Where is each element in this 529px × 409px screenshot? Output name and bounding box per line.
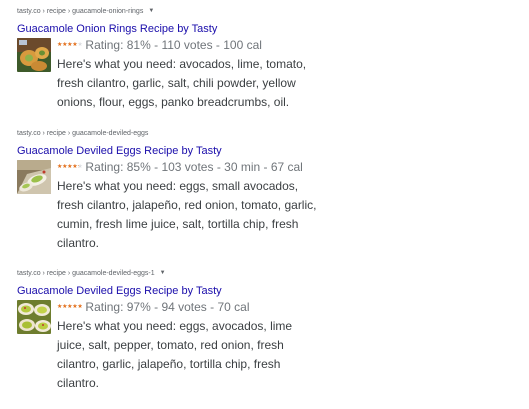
chevron-down-icon[interactable]: ▼: [160, 270, 166, 276]
rating-row: ★★★★★ ★★★★★ Rating: 97% - 94 votes - 70 …: [57, 300, 250, 314]
star-rating-icon: ★★★★★ ★★★★★: [57, 42, 83, 48]
result-title-link[interactable]: Guacamole Onion Rings Recipe by Tasty: [17, 23, 217, 35]
rating-text: Rating: 85% - 103 votes - 30 min - 67 ca…: [85, 160, 303, 174]
breadcrumb-url[interactable]: tasty.co › recipe › guacamole-deviled-eg…: [17, 270, 155, 277]
star-rating-icon: ★★★★★ ★★★★★: [57, 304, 83, 310]
breadcrumb[interactable]: tasty.co › recipe › guacamole-onion-ring…: [17, 6, 154, 16]
chevron-down-icon[interactable]: ▼: [148, 8, 154, 14]
result-title-link[interactable]: Guacamole Deviled Eggs Recipe by Tasty: [17, 145, 222, 157]
deviled-eggs-thumbnail-image: [17, 300, 51, 334]
result-snippet: Here's what you need: avocados, lime, to…: [57, 57, 307, 109]
rating-row: ★★★★★ ★★★★★ Rating: 85% - 103 votes - 30…: [57, 160, 303, 174]
breadcrumb[interactable]: tasty.co › recipe › guacamole-deviled-eg…: [17, 128, 148, 138]
rating-row: ★★★★★ ★★★★★ Rating: 81% - 110 votes - 10…: [57, 38, 262, 52]
result-thumbnail[interactable]: [17, 160, 51, 194]
breadcrumb[interactable]: tasty.co › recipe › guacamole-deviled-eg…: [17, 268, 166, 278]
breadcrumb-url[interactable]: tasty.co › recipe › guacamole-onion-ring…: [17, 8, 143, 15]
rating-text: Rating: 97% - 94 votes - 70 cal: [85, 300, 250, 314]
deviled-eggs-thumbnail-image: [17, 160, 51, 194]
result-title-link[interactable]: Guacamole Deviled Eggs Recipe by Tasty: [17, 285, 222, 297]
result-snippet: Here's what you need: eggs, avocados, li…: [57, 319, 293, 390]
result-snippet: Here's what you need: eggs, small avocad…: [57, 179, 317, 250]
breadcrumb-url[interactable]: tasty.co › recipe › guacamole-deviled-eg…: [17, 130, 148, 137]
onion-rings-thumbnail-image: [17, 38, 51, 72]
rating-text: Rating: 81% - 110 votes - 100 cal: [85, 38, 262, 52]
result-thumbnail[interactable]: [17, 300, 51, 334]
star-rating-icon: ★★★★★ ★★★★★: [57, 164, 83, 170]
result-thumbnail[interactable]: [17, 38, 51, 72]
